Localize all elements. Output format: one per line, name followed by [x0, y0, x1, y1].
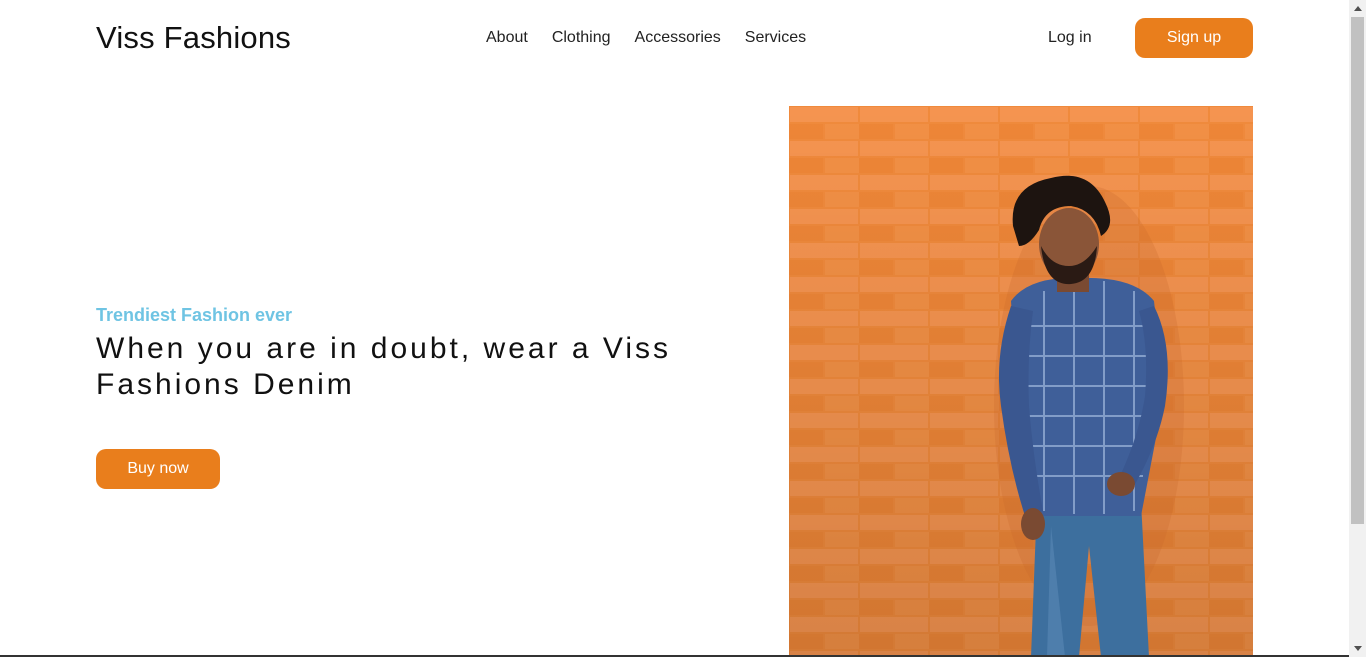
main-nav: About Clothing Accessories Services	[486, 29, 806, 47]
nav-clothing[interactable]: Clothing	[552, 29, 611, 47]
vertical-scrollbar[interactable]	[1349, 0, 1366, 657]
model-photo-illustration	[789, 106, 1253, 657]
hero-photo	[789, 106, 1253, 657]
nav-services[interactable]: Services	[745, 29, 806, 47]
login-link[interactable]: Log in	[1048, 29, 1092, 47]
brand-logo[interactable]: Viss Fashions	[96, 20, 291, 56]
chevron-down-icon[interactable]	[1349, 640, 1366, 657]
nav-accessories[interactable]: Accessories	[635, 29, 721, 47]
hero-headline: When you are in doubt, wear a Viss Fashi…	[96, 332, 672, 401]
scrollbar-thumb[interactable]	[1351, 17, 1364, 524]
nav-about[interactable]: About	[486, 29, 528, 47]
hero-eyebrow: Trendiest Fashion ever	[96, 305, 293, 325]
signup-button[interactable]: Sign up	[1135, 18, 1253, 58]
chevron-up-icon[interactable]	[1349, 0, 1366, 17]
page: Viss Fashions About Clothing Accessories…	[0, 0, 1349, 657]
buy-now-button[interactable]: Buy now	[96, 449, 220, 489]
